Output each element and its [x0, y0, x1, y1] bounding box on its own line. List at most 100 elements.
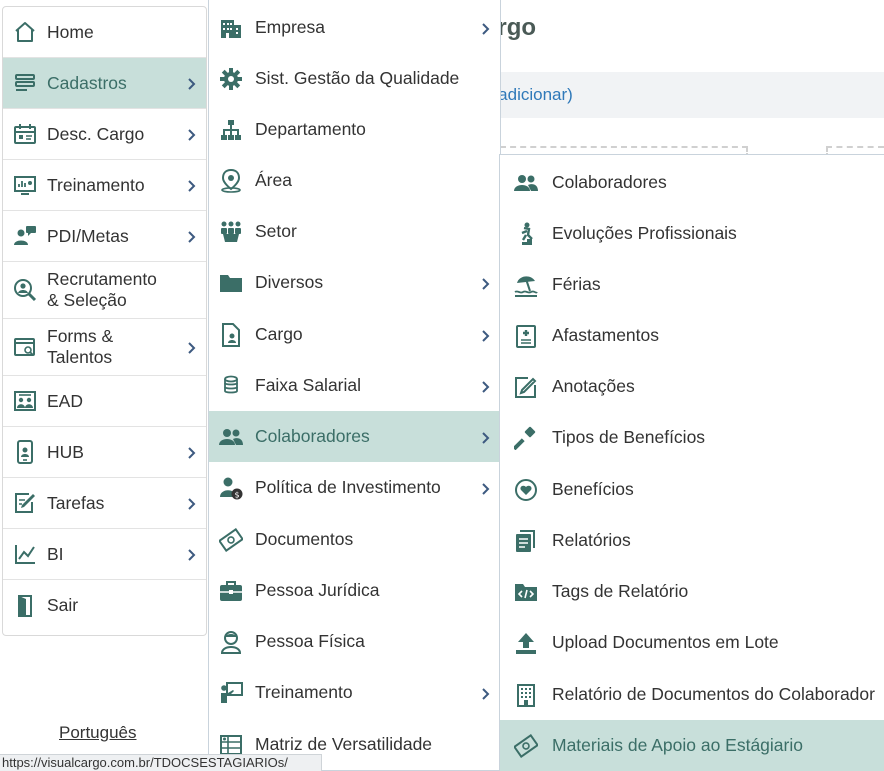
menu-label: Cadastros	[47, 72, 127, 93]
menu-label: Tipos de Benefícios	[552, 427, 706, 447]
colaboradores-submenu: Colaboradores Evoluções Profissionais Fé…	[499, 154, 884, 771]
menu-item-ead[interactable]: EAD	[3, 376, 206, 427]
menu-label: Matriz de Versatilidade	[255, 734, 433, 754]
submenu-item-documentos[interactable]: Documentos	[209, 514, 500, 565]
stack-icon	[13, 71, 37, 95]
menu-item-forms-talentos[interactable]: Forms & Talentos	[3, 319, 206, 376]
chevron-right-icon	[186, 179, 198, 192]
submenu-item-departamento[interactable]: Departamento	[209, 104, 500, 155]
chevron-right-icon	[186, 128, 198, 141]
window-search-icon	[13, 335, 37, 359]
menu-label: Sist. Gestão da Qualidade	[255, 68, 460, 88]
chevron-right-icon	[480, 482, 492, 495]
submenu-item-tags-relatorio[interactable]: Tags de Relatório	[500, 566, 884, 617]
chevron-right-icon	[186, 497, 198, 510]
menu-label: Tags de Relatório	[552, 581, 689, 601]
menu-label: Treinamento	[255, 682, 353, 702]
submenu-item-pessoa-fisica[interactable]: Pessoa Física	[209, 616, 500, 667]
submenu-item-evolucoes[interactable]: Evoluções Profissionais	[500, 208, 884, 259]
menu-label: EAD	[47, 390, 83, 411]
submenu-item-faixa-salarial[interactable]: Faixa Salarial	[209, 360, 500, 411]
menu-label: Setor	[255, 221, 297, 241]
teacher-icon	[219, 681, 243, 705]
user-money-icon: $	[219, 476, 243, 500]
menu-label: Materiais de Apoio ao Estágiario	[552, 735, 803, 755]
submenu-item-ferias[interactable]: Férias	[500, 259, 884, 310]
chevron-right-icon	[480, 22, 492, 35]
menu-label: Férias	[552, 274, 601, 294]
chevron-right-icon	[186, 548, 198, 561]
submenu-item-colaboradores[interactable]: Colaboradores	[209, 411, 500, 462]
upload-icon	[514, 631, 538, 655]
money-bill-icon	[219, 527, 243, 552]
submenu-item-upload-lote[interactable]: Upload Documentos em Lote	[500, 617, 884, 668]
menu-label: Diversos	[255, 272, 324, 292]
menu-item-sair[interactable]: Sair	[3, 580, 206, 631]
pencil-icon	[514, 375, 538, 399]
heart-circle-icon	[514, 478, 538, 502]
menu-label: BI	[47, 543, 64, 564]
menu-label: Pessoa Jurídica	[255, 580, 380, 600]
menu-label: Departamento	[255, 119, 366, 139]
submenu-item-afastamentos[interactable]: Afastamentos	[500, 310, 884, 361]
menu-label: Cargo	[255, 324, 303, 344]
submenu-item-treinamento[interactable]: Treinamento	[209, 667, 500, 718]
chevron-right-icon	[186, 230, 198, 243]
folder-icon	[219, 271, 243, 295]
submenu-item-cargo[interactable]: Cargo	[209, 309, 500, 360]
menu-label: Relatórios	[552, 530, 631, 550]
menu-label: Benefícios	[552, 479, 634, 499]
menu-item-pdi-metas[interactable]: PDI/Metas	[3, 211, 206, 262]
menu-label: Empresa	[255, 17, 326, 37]
matrix-icon	[219, 733, 243, 757]
submenu-item-area[interactable]: Área	[209, 155, 500, 206]
menu-label: Colaboradores	[552, 172, 667, 192]
menu-label: Política de Investimento	[255, 477, 441, 497]
edit-icon	[13, 491, 37, 515]
menu-label: Pessoa Física	[255, 631, 365, 651]
menu-item-desc-cargo[interactable]: Desc. Cargo	[3, 109, 206, 160]
hammer-icon	[514, 426, 538, 450]
submenu-item-setor[interactable]: Setor	[209, 206, 500, 257]
submenu-item-relatorios[interactable]: Relatórios	[500, 515, 884, 566]
submenu-item-diversos[interactable]: Diversos	[209, 257, 500, 308]
menu-label: Anotações	[552, 376, 635, 396]
mobile-icon	[13, 440, 37, 464]
menu-item-home[interactable]: Home	[3, 7, 206, 58]
menu-label: Documentos	[255, 529, 354, 549]
status-bar-url: https://visualcargo.com.br/TDOCSESTAGIAR…	[0, 754, 322, 771]
submenu-item-empresa[interactable]: Empresa	[209, 2, 500, 53]
submenu-item-pessoa-juridica[interactable]: Pessoa Jurídica	[209, 565, 500, 616]
submenu-item-colaboradores-list[interactable]: Colaboradores	[500, 157, 884, 208]
chevron-right-icon	[186, 77, 198, 90]
menu-item-tarefas[interactable]: Tarefas	[3, 478, 206, 529]
chevron-right-icon	[480, 687, 492, 700]
code-folder-icon	[514, 580, 538, 604]
cadastros-submenu: Empresa Sist. Gestão da Qualidade Depart…	[208, 0, 501, 771]
classroom-icon	[13, 389, 37, 413]
submenu-item-materiais-estagiario[interactable]: Materiais de Apoio ao Estágiario	[500, 720, 884, 771]
menu-item-bi[interactable]: BI	[3, 529, 206, 580]
calendar-icon	[13, 122, 37, 146]
chart-icon	[13, 542, 37, 566]
menu-label: Home	[47, 21, 94, 42]
medical-file-icon	[514, 324, 538, 348]
menu-item-hub[interactable]: HUB	[3, 427, 206, 478]
submenu-item-relatorio-documentos[interactable]: Relatório de Documentos do Colaborador	[500, 669, 884, 720]
menu-label: Afastamentos	[552, 325, 659, 345]
submenu-item-sgq[interactable]: Sist. Gestão da Qualidade	[209, 53, 500, 104]
file-user-icon	[219, 322, 243, 347]
user-chat-icon	[13, 224, 37, 248]
menu-item-cadastros[interactable]: Cadastros	[3, 58, 206, 109]
menu-item-treinamento[interactable]: Treinamento	[3, 160, 206, 211]
submenu-item-tipos-beneficios[interactable]: Tipos de Benefícios	[500, 412, 884, 463]
building-icon	[219, 16, 243, 40]
building-doc-icon	[514, 683, 538, 707]
submenu-item-anotacoes[interactable]: Anotações	[500, 361, 884, 412]
person-icon	[219, 630, 243, 654]
submenu-item-beneficios[interactable]: Benefícios	[500, 464, 884, 515]
language-link[interactable]: Português	[59, 723, 137, 743]
menu-item-recrutamento[interactable]: Recrutamento & Seleção	[3, 262, 206, 319]
submenu-item-politica-investimento[interactable]: $ Política de Investimento	[209, 462, 500, 513]
menu-label: Faixa Salarial	[255, 375, 362, 395]
